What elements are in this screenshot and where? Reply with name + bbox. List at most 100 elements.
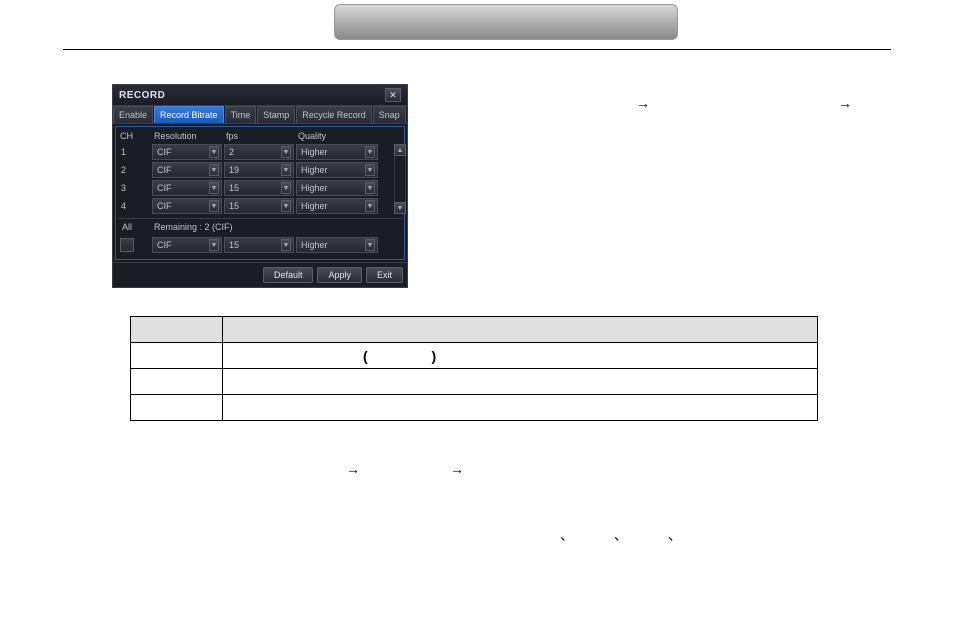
select-value: Higher — [301, 183, 328, 193]
close-icon: ✕ — [389, 90, 397, 101]
select-value: CIF — [157, 201, 172, 211]
tabstrip: Enable Record Bitrate Time Stamp Recycle… — [113, 106, 407, 124]
default-button[interactable]: Default — [263, 267, 314, 283]
col-fps: fps — [224, 131, 294, 141]
select-value: 15 — [229, 240, 239, 250]
select-value: CIF — [157, 165, 172, 175]
select-value: Higher — [301, 147, 328, 157]
table-header-row — [131, 317, 818, 343]
table-cell — [223, 395, 818, 421]
fps-select[interactable]: 15 ▼ — [224, 180, 294, 196]
dialog-footer: Default Apply Exit — [113, 262, 407, 287]
select-value: 2 — [229, 147, 234, 157]
chevron-down-icon: ▼ — [365, 164, 375, 176]
chevron-down-icon: ▼ — [365, 146, 375, 158]
chevron-down-icon: ▼ — [365, 200, 375, 212]
select-value: CIF — [157, 183, 172, 193]
chevron-down-icon: ▼ — [281, 239, 291, 251]
chevron-down-icon: ▼ — [281, 182, 291, 194]
tab-record-bitrate[interactable]: Record Bitrate — [154, 106, 224, 123]
table-cell — [131, 395, 223, 421]
chevron-down-icon: ▼ — [281, 200, 291, 212]
tab-time[interactable]: Time — [225, 106, 257, 123]
chevron-down-icon: ▼ — [209, 182, 219, 194]
apply-button[interactable]: Apply — [317, 267, 362, 283]
table-header-cell — [223, 317, 818, 343]
chevron-down-icon: ▼ — [209, 146, 219, 158]
fps-select[interactable]: 15 ▼ — [224, 198, 294, 214]
scroll-track[interactable] — [394, 156, 406, 202]
tab-snap[interactable]: Snap — [373, 106, 406, 123]
resolution-select[interactable]: CIF ▼ — [152, 198, 222, 214]
chevron-down-icon: ▼ — [209, 239, 219, 251]
arrow-glyph: → — [450, 461, 464, 477]
chevron-down-icon: ▼ — [209, 164, 219, 176]
fps-select[interactable]: 2 ▼ — [224, 144, 294, 160]
channel-number: 1 — [118, 147, 150, 157]
select-value: 19 — [229, 165, 239, 175]
scrollbar[interactable]: ▲ ▼ — [394, 143, 406, 215]
punctuation-glyphs: 、 、 、 — [560, 525, 700, 545]
chevron-down-icon: ▼ — [281, 146, 291, 158]
col-quality: Quality — [296, 131, 378, 141]
table-row — [131, 343, 818, 369]
select-value: Higher — [301, 201, 328, 211]
select-value: 15 — [229, 201, 239, 211]
parameter-table — [130, 316, 818, 421]
chevron-down-icon: ▼ — [209, 200, 219, 212]
header-divider — [63, 49, 891, 50]
table-row — [131, 395, 818, 421]
dialog-titlebar: RECORD ✕ — [113, 85, 407, 106]
channel-row: 3 CIF ▼ 15 ▼ Higher ▼ — [118, 179, 394, 197]
resolution-select[interactable]: CIF ▼ — [152, 180, 222, 196]
all-fps-select[interactable]: 15 ▼ — [224, 237, 294, 253]
all-remaining-row: All Remaining : 2 (CIF) — [118, 219, 402, 235]
table-cell — [131, 343, 223, 369]
header-gradient-bar — [334, 4, 678, 40]
apply-all-checkbox[interactable] — [120, 238, 134, 252]
exit-button[interactable]: Exit — [366, 267, 403, 283]
tab-stamp[interactable]: Stamp — [257, 106, 295, 123]
close-button[interactable]: ✕ — [385, 88, 401, 102]
table-cell — [223, 343, 818, 369]
table-cell — [131, 369, 223, 395]
resolution-select[interactable]: CIF ▼ — [152, 144, 222, 160]
select-value: 15 — [229, 183, 239, 193]
dialog-title: RECORD — [119, 90, 165, 101]
all-label: All — [122, 222, 154, 232]
col-ch: CH — [118, 131, 150, 141]
table-header-cell — [131, 317, 223, 343]
channel-row: 1 CIF ▼ 2 ▼ Higher ▼ — [118, 143, 394, 161]
select-value: Higher — [301, 165, 328, 175]
all-quality-select[interactable]: Higher ▼ — [296, 237, 378, 253]
channel-number: 4 — [118, 201, 150, 211]
tab-enable[interactable]: Enable — [113, 106, 153, 123]
arrow-glyph: → — [838, 95, 852, 111]
table-cell — [223, 369, 818, 395]
quality-select[interactable]: Higher ▼ — [296, 162, 378, 178]
scroll-up-button[interactable]: ▲ — [394, 144, 406, 156]
channel-row: 4 CIF ▼ 15 ▼ Higher ▼ — [118, 197, 394, 215]
select-value: CIF — [157, 240, 172, 250]
table-row — [131, 369, 818, 395]
resolution-select[interactable]: CIF ▼ — [152, 162, 222, 178]
parenthesis-glyph: ( ) — [363, 348, 466, 364]
fps-select[interactable]: 19 ▼ — [224, 162, 294, 178]
quality-select[interactable]: Higher ▼ — [296, 198, 378, 214]
channel-number: 3 — [118, 183, 150, 193]
tab-recycle-record[interactable]: Recycle Record — [296, 106, 372, 123]
quality-select[interactable]: Higher ▼ — [296, 144, 378, 160]
chevron-down-icon: ▼ — [281, 164, 291, 176]
all-resolution-select[interactable]: CIF ▼ — [152, 237, 222, 253]
channel-number: 2 — [118, 165, 150, 175]
all-controls-row: CIF ▼ 15 ▼ Higher ▼ — [118, 235, 402, 257]
select-value: Higher — [301, 240, 328, 250]
col-resolution: Resolution — [152, 131, 222, 141]
bitrate-grid: CH Resolution fps Quality 1 CIF ▼ 2 ▼ — [115, 126, 405, 260]
remaining-text: Remaining : 2 (CIF) — [154, 222, 233, 232]
chevron-down-icon: ▼ — [365, 239, 375, 251]
quality-select[interactable]: Higher ▼ — [296, 180, 378, 196]
grid-header: CH Resolution fps Quality — [118, 129, 402, 143]
arrow-glyph: → — [636, 95, 650, 111]
scroll-down-button[interactable]: ▼ — [394, 202, 406, 214]
